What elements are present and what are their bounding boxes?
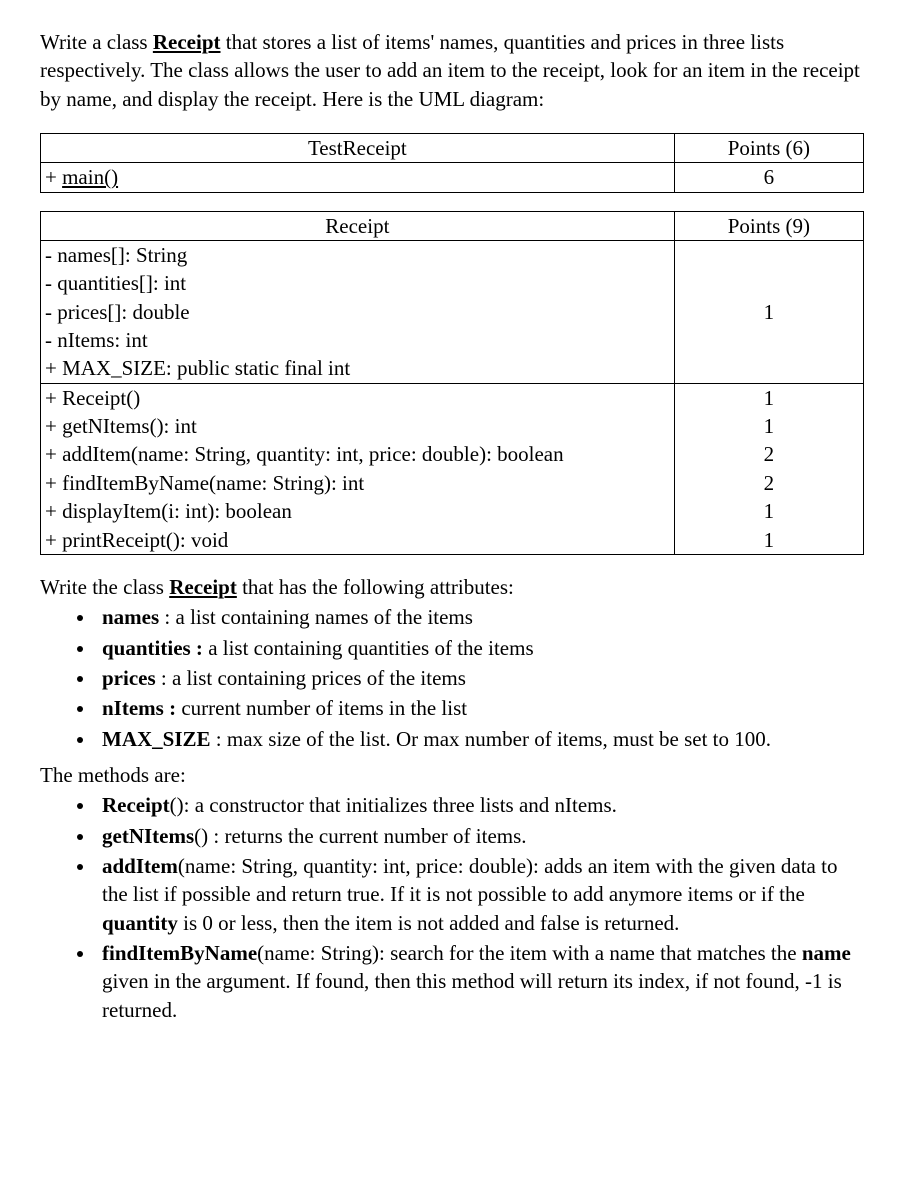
attr-bullet: names : a list containing names of the i… bbox=[96, 603, 864, 631]
t2-method-pts: 2 bbox=[675, 469, 863, 497]
t2-attrs-cell: - names[]: String - quantities[]: int - … bbox=[41, 241, 675, 384]
intro-classname: Receipt bbox=[153, 30, 221, 54]
t2-attr: - prices[]: double bbox=[45, 298, 670, 326]
method-bullet: Receipt(): a constructor that initialize… bbox=[96, 791, 864, 819]
t2-attr: + MAX_SIZE: public static final int bbox=[45, 354, 670, 382]
uml-table-testreceipt: TestReceipt Points (6) + main() 6 bbox=[40, 133, 864, 193]
t2-method-pts: 1 bbox=[675, 384, 863, 412]
t2-method: + addItem(name: String, quantity: int, p… bbox=[45, 440, 670, 468]
t1-header-left: TestReceipt bbox=[41, 134, 675, 163]
intro-paragraph: Write a class Receipt that stores a list… bbox=[40, 28, 864, 113]
t2-method-pts: 1 bbox=[675, 412, 863, 440]
attr-bullet: nItems : current number of items in the … bbox=[96, 694, 864, 722]
uml-table-receipt: Receipt Points (9) - names[]: String - q… bbox=[40, 211, 864, 555]
t2-method: + findItemByName(name: String): int bbox=[45, 469, 670, 497]
method-bullet-list: Receipt(): a constructor that initialize… bbox=[40, 791, 864, 1024]
t2-attr: - quantities[]: int bbox=[45, 269, 670, 297]
t2-methods-cell: + Receipt() + getNItems(): int + addItem… bbox=[41, 383, 675, 554]
t2-method-pts: 1 bbox=[675, 497, 863, 525]
t2-method-pts: 1 bbox=[675, 526, 863, 554]
method-bullet: addItem(name: String, quantity: int, pri… bbox=[96, 852, 864, 937]
attr-bullet: MAX_SIZE : max size of the list. Or max … bbox=[96, 725, 864, 753]
t2-header-right: Points (9) bbox=[674, 211, 863, 240]
t2-method: + Receipt() bbox=[45, 384, 670, 412]
t2-attr: - nItems: int bbox=[45, 326, 670, 354]
t1-row1-right: 6 bbox=[674, 163, 863, 192]
t2-method: + getNItems(): int bbox=[45, 412, 670, 440]
t2-header-left: Receipt bbox=[41, 211, 675, 240]
attr-desc-heading: Write the class Receipt that has the fol… bbox=[40, 573, 864, 601]
t2-attr: - names[]: String bbox=[45, 241, 670, 269]
t2-attrs-pts: 1 bbox=[674, 241, 863, 384]
method-bullet: findItemByName(name: String): search for… bbox=[96, 939, 864, 1024]
method-bullet: getNItems() : returns the current number… bbox=[96, 822, 864, 850]
t2-method: + printReceipt(): void bbox=[45, 526, 670, 554]
t2-method-pts: 2 bbox=[675, 440, 863, 468]
t2-methods-pts-cell: 1 1 2 2 1 1 bbox=[674, 383, 863, 554]
t2-method: + displayItem(i: int): boolean bbox=[45, 497, 670, 525]
t1-header-right: Points (6) bbox=[674, 134, 863, 163]
method-desc-heading: The methods are: bbox=[40, 761, 864, 789]
intro-pre: Write a class bbox=[40, 30, 153, 54]
attr-bullet: prices : a list containing prices of the… bbox=[96, 664, 864, 692]
attr-bullet-list: names : a list containing names of the i… bbox=[40, 603, 864, 753]
attr-bullet: quantities : a list containing quantitie… bbox=[96, 634, 864, 662]
t1-row1-left: + main() bbox=[41, 163, 675, 192]
